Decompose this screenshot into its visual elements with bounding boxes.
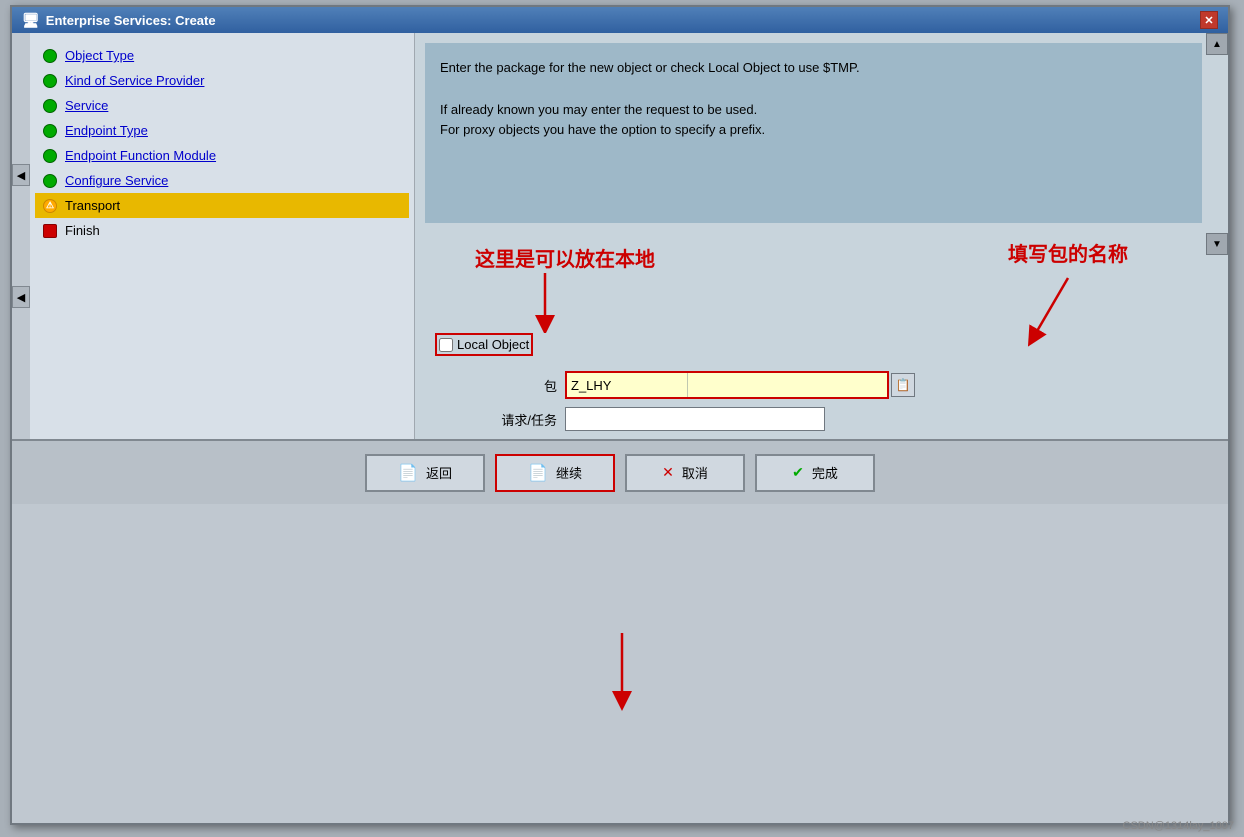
status-dot-green [43, 149, 57, 163]
scroll-up-button[interactable]: ▲ [1206, 33, 1228, 55]
finish-button[interactable]: ✔ 完成 [755, 454, 875, 492]
local-object-label[interactable]: Local Object [457, 337, 529, 352]
sidebar-label-finish: Finish [65, 223, 100, 238]
info-line3: If already known you may enter the reque… [440, 100, 1187, 121]
scroll-down-button[interactable]: ▼ [1206, 233, 1228, 255]
info-panel: Enter the package for the new object or … [425, 43, 1202, 223]
sidebar-link-endpoint-type[interactable]: Endpoint Type [65, 123, 148, 138]
sidebar-item-endpoint-type[interactable]: Endpoint Type [35, 118, 409, 143]
back-icon: 📄 [398, 463, 418, 483]
package-row: 包 📋 [435, 371, 1198, 399]
continue-button[interactable]: 📄 继续 [495, 454, 615, 492]
request-label: 请求/任务 [435, 410, 565, 429]
annotation-package-name: 填写包的名称 [1008, 238, 1128, 267]
sidebar-label-transport: Transport [65, 198, 120, 213]
status-dot-green [43, 99, 57, 113]
cancel-button[interactable]: ✕ 取消 [625, 454, 745, 492]
dialog-title-bar: 🖥 Enterprise Services: Create ✕ [12, 7, 1228, 33]
dialog-title-text: Enterprise Services: Create [46, 13, 216, 28]
cancel-label: 取消 [682, 463, 708, 482]
info-line4: For proxy objects you have the option to… [440, 120, 1187, 141]
sidebar-item-endpoint-function[interactable]: Endpoint Function Module [35, 143, 409, 168]
sidebar-link-kind-of-service[interactable]: Kind of Service Provider [65, 73, 204, 88]
status-dot-green [43, 49, 57, 63]
request-row: 请求/任务 [435, 407, 1198, 431]
arrow-to-package [1018, 273, 1078, 353]
status-dot-green [43, 174, 57, 188]
finish-icon: ✔ [792, 464, 804, 481]
bottom-bar: 📄 返回 📄 继续 ✕ 取消 ✔ 完成 [12, 439, 1228, 504]
status-dot-green [43, 124, 57, 138]
package-label: 包 [435, 376, 565, 395]
package-input[interactable] [567, 373, 687, 397]
status-dot-error [43, 224, 57, 238]
sidebar-item-finish[interactable]: Finish [35, 218, 409, 243]
status-dot-green [43, 74, 57, 88]
sidebar-item-configure-service[interactable]: Configure Service [35, 168, 409, 193]
package-browse-button[interactable]: 📋 [891, 373, 915, 397]
request-input[interactable] [565, 407, 825, 431]
sidebar-link-object-type[interactable]: Object Type [65, 48, 134, 63]
sidebar-link-configure-service[interactable]: Configure Service [65, 173, 168, 188]
continue-icon: 📄 [528, 463, 548, 483]
continue-label: 继续 [556, 463, 582, 482]
sidebar-item-transport[interactable]: ⚠ Transport [35, 193, 409, 218]
local-object-row: Local Object [435, 333, 1198, 356]
sidebar-item-object-type[interactable]: Object Type [35, 43, 409, 68]
info-line1: Enter the package for the new object or … [440, 58, 1187, 79]
sidebar-link-endpoint-function[interactable]: Endpoint Function Module [65, 148, 216, 163]
nav-arrow-down[interactable]: ◀ [12, 286, 30, 308]
local-object-checkbox[interactable] [439, 338, 453, 352]
sidebar-item-service[interactable]: Service [35, 93, 409, 118]
sidebar: Object Type Kind of Service Provider Ser… [30, 33, 415, 439]
finish-label: 完成 [812, 463, 838, 482]
nav-arrow-up[interactable]: ◀ [12, 164, 30, 186]
sidebar-link-service[interactable]: Service [65, 98, 108, 113]
cancel-icon: ✕ [662, 464, 674, 481]
back-button[interactable]: 📄 返回 [365, 454, 485, 492]
arrow-to-continue [592, 633, 652, 713]
annotation-local-object: 这里是可以放在本地 [475, 243, 655, 272]
title-icon: 🖥 [22, 12, 40, 29]
back-label: 返回 [426, 463, 452, 482]
arrow-to-checkbox [525, 273, 565, 333]
sidebar-item-kind-of-service[interactable]: Kind of Service Provider [35, 68, 409, 93]
status-dot-warning: ⚠ [43, 199, 57, 213]
close-button[interactable]: ✕ [1200, 11, 1218, 29]
